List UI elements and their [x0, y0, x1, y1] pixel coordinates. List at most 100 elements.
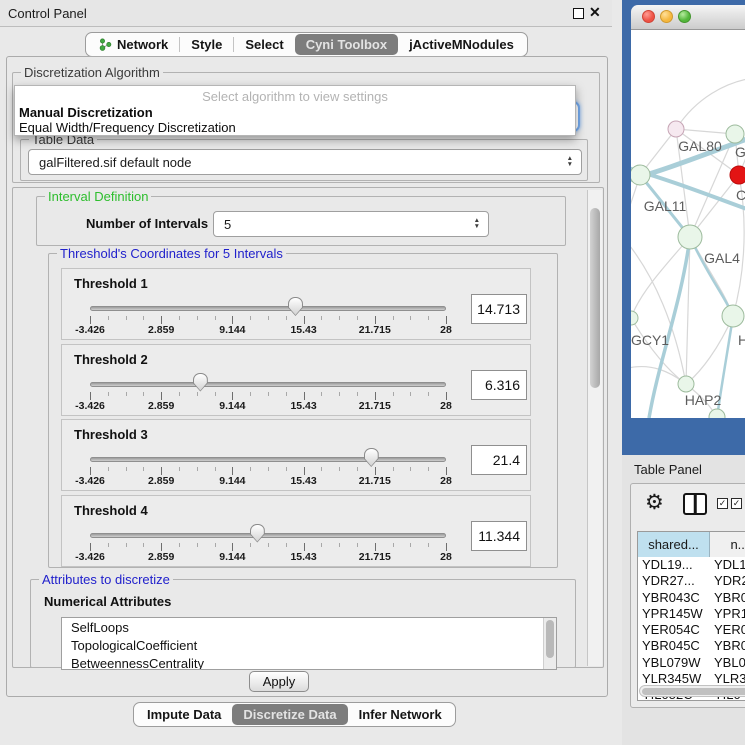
apply-button[interactable]: Apply: [249, 671, 309, 692]
attribute-list-item[interactable]: TopologicalCoefficient: [62, 636, 556, 654]
checkbox-icon[interactable]: ✓: [717, 498, 728, 509]
network-node[interactable]: [631, 165, 650, 185]
table-cell[interactable]: YER054C: [638, 622, 710, 638]
node-label: GAL: [735, 144, 745, 160]
algorithm-option-equal-width[interactable]: Equal Width/Frequency Discretization: [19, 120, 236, 135]
column-header-shared-name[interactable]: shared...: [638, 532, 710, 557]
tab-impute-data[interactable]: Impute Data: [136, 704, 232, 725]
checkbox-icon[interactable]: ✓: [731, 498, 742, 509]
table-row[interactable]: YER054CYER0: [638, 622, 745, 638]
threshold-value-field[interactable]: 21.4: [471, 445, 527, 475]
slider-track[interactable]: [90, 533, 446, 538]
slider-ticks: [90, 315, 446, 324]
table-cell[interactable]: YBR045C: [638, 638, 710, 654]
table-cell[interactable]: YBR0: [710, 638, 745, 654]
network-node[interactable]: [678, 225, 702, 249]
number-of-intervals-label: Number of Intervals: [86, 216, 208, 231]
settings-scrollbar-thumb[interactable]: [590, 208, 600, 388]
table-row[interactable]: YBR045CYBR0: [638, 638, 745, 654]
network-edge: [686, 316, 733, 384]
table-cell[interactable]: YBR043C: [638, 590, 710, 606]
network-view-window: GAL80GALCGAL11GAL4GCY1HHAP2: [631, 5, 745, 418]
table-row[interactable]: YPR145WYPR1: [638, 606, 745, 622]
tab-label: Select: [245, 37, 283, 52]
network-node[interactable]: [668, 121, 684, 137]
close-icon[interactable]: ✕: [589, 4, 601, 21]
algorithm-option-manual[interactable]: Manual Discretization: [19, 105, 153, 120]
network-node[interactable]: [730, 166, 745, 184]
algorithm-dropdown-popup: Select algorithm to view settings Manual…: [14, 85, 576, 136]
network-node[interactable]: [722, 305, 744, 327]
minimize-traffic-light-icon[interactable]: [660, 10, 673, 23]
slider-thumb[interactable]: [288, 297, 303, 316]
table-cell[interactable]: YDR27...: [638, 573, 710, 589]
table-cell[interactable]: YER0: [710, 622, 745, 638]
threshold-panel: Threshold 1-3.4262.8599.14415.4321.71528…: [61, 268, 531, 340]
attributes-scrollbar[interactable]: [543, 618, 556, 669]
network-canvas[interactable]: GAL80GALCGAL11GAL4GCY1HHAP2: [631, 30, 745, 418]
tab-style[interactable]: Style: [180, 34, 233, 55]
table-cell[interactable]: YBL0: [710, 655, 745, 671]
tab-label: Discretize Data: [243, 707, 336, 722]
cyni-bottom-tabs: Impute Data Discretize Data Infer Network: [133, 702, 456, 727]
table-cell[interactable]: YDL1: [710, 557, 745, 573]
threshold-value-field[interactable]: 6.316: [471, 370, 527, 400]
network-window-titlebar[interactable]: [631, 5, 745, 30]
tab-jactivemnodules[interactable]: jActiveMNodules: [398, 34, 525, 55]
table-cell[interactable]: YDL19...: [638, 557, 710, 573]
table-cell[interactable]: YDR2: [710, 573, 745, 589]
zoom-traffic-light-icon[interactable]: [678, 10, 691, 23]
slider-thumb[interactable]: [250, 524, 265, 543]
node-label: H: [738, 332, 745, 348]
attributes-scrollbar-thumb[interactable]: [546, 620, 554, 658]
table-cell[interactable]: YPR1: [710, 606, 745, 622]
network-node[interactable]: [709, 409, 725, 418]
interval-definition-group: Interval Definition Number of Intervals …: [36, 196, 566, 246]
number-of-intervals-combobox[interactable]: 5 ▲▼: [213, 211, 489, 237]
table-hscrollbar-thumb[interactable]: [642, 688, 745, 695]
table-row[interactable]: YDL19...YDL1: [638, 557, 745, 573]
table-cell[interactable]: YBR0: [710, 590, 745, 606]
numerical-attributes-list[interactable]: SelfLoopsTopologicalCoefficientBetweenne…: [61, 617, 557, 670]
table-data-combobox[interactable]: galFiltered.sif default node ▲▼: [28, 149, 582, 175]
threshold-value-field[interactable]: 14.713: [471, 294, 527, 324]
network-node[interactable]: [678, 376, 694, 392]
attribute-list-item[interactable]: BetweennessCentrality: [62, 654, 556, 670]
slider-track[interactable]: [90, 382, 446, 387]
table-cell[interactable]: YBL079W: [638, 655, 710, 671]
float-window-icon[interactable]: [573, 8, 584, 19]
split-columns-icon[interactable]: [683, 493, 707, 515]
node-label: GAL11: [644, 198, 687, 214]
threshold-panel: Threshold 4-3.4262.8599.14415.4321.71528…: [61, 495, 531, 567]
tab-label: Style: [191, 37, 222, 52]
slider-scale-labels: -3.4262.8599.14415.4321.71528: [90, 400, 446, 412]
table-row[interactable]: YBR043CYBR0: [638, 590, 745, 606]
tab-select[interactable]: Select: [234, 34, 294, 55]
network-edge: [631, 235, 686, 384]
tab-cyni-toolbox[interactable]: Cyni Toolbox: [295, 34, 398, 55]
settings-scrollbar[interactable]: [587, 190, 602, 666]
network-node[interactable]: [631, 311, 638, 325]
network-icon: [99, 38, 112, 51]
slider-ticks: [90, 542, 446, 551]
table-row[interactable]: YDR27...YDR2: [638, 573, 745, 589]
tab-discretize-data[interactable]: Discretize Data: [232, 704, 347, 725]
slider-track[interactable]: [90, 306, 446, 311]
slider-thumb[interactable]: [193, 373, 208, 392]
threshold-panel: Threshold 3-3.4262.8599.14415.4321.71528…: [61, 419, 531, 491]
attribute-list-item[interactable]: SelfLoops: [62, 618, 556, 636]
spinner-arrows-icon: ▲▼: [474, 218, 480, 230]
table-cell[interactable]: YPR145W: [638, 606, 710, 622]
close-traffic-light-icon[interactable]: [642, 10, 655, 23]
tab-infer-network[interactable]: Infer Network: [348, 704, 453, 725]
threshold-value-field[interactable]: 11.344: [471, 521, 527, 551]
gear-icon[interactable]: ⚙: [645, 490, 664, 515]
table-horizontal-scrollbar[interactable]: [639, 685, 745, 697]
table-row[interactable]: YBL079WYBL0: [638, 655, 745, 671]
slider-scale-labels: -3.4262.8599.14415.4321.71528: [90, 324, 446, 336]
column-header-name[interactable]: n...: [710, 532, 745, 557]
tab-network[interactable]: Network: [88, 34, 179, 55]
slider-track[interactable]: [90, 457, 446, 462]
network-node[interactable]: [726, 125, 744, 143]
slider-thumb[interactable]: [364, 448, 379, 467]
